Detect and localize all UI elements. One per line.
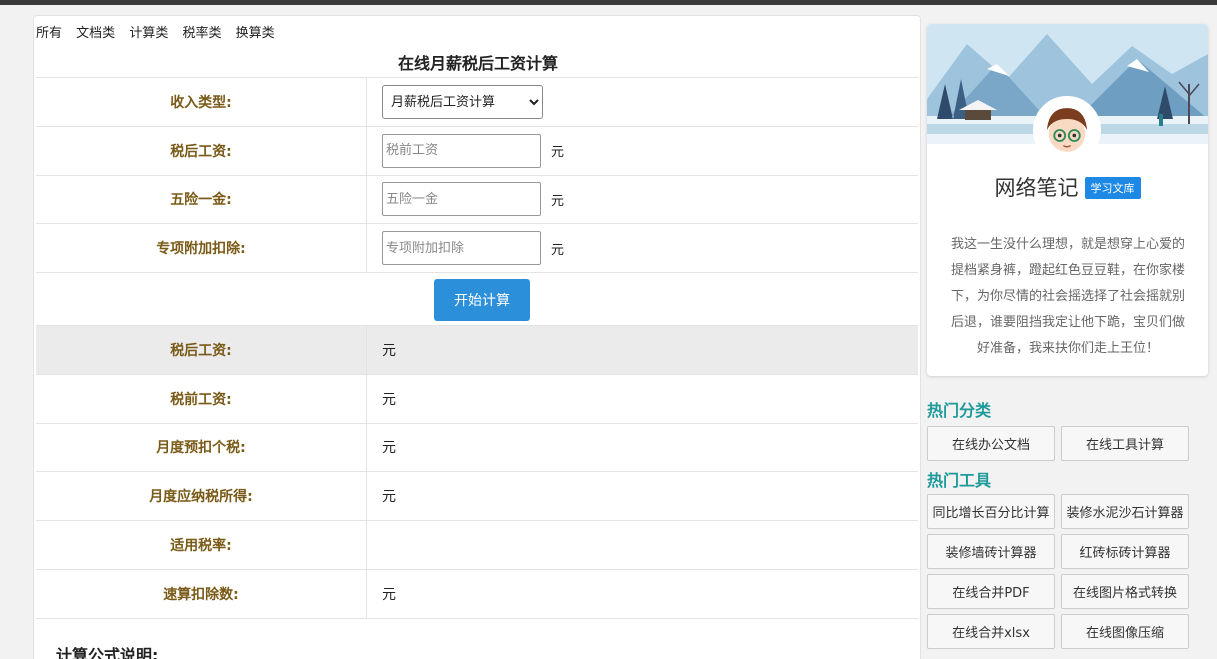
result-row: 速算扣除数: 元 bbox=[36, 569, 918, 619]
avatar[interactable] bbox=[1033, 96, 1101, 164]
after-tax-input[interactable] bbox=[382, 133, 541, 168]
page-title: 在线月薪税后工资计算 bbox=[397, 54, 558, 73]
category-docs[interactable]: 文档类 bbox=[76, 26, 115, 41]
hot-tool-item[interactable]: 装修水泥沙石计算器 bbox=[1061, 494, 1189, 529]
form-row-after-tax: 税后工资: 元 bbox=[36, 127, 918, 176]
hot-tools-title: 热门工具 bbox=[927, 471, 992, 490]
blog-name: 网络笔记 学习文库 bbox=[927, 172, 1208, 202]
formula-title: 计算公式说明: bbox=[56, 646, 159, 659]
blog-title: 网络笔记 bbox=[994, 176, 1079, 200]
income-type-label: 收入类型: bbox=[36, 78, 367, 126]
category-all[interactable]: 所有 bbox=[36, 26, 62, 41]
special-deduction-label: 专项附加扣除: bbox=[36, 224, 367, 272]
hot-category-item[interactable]: 在线办公文档 bbox=[927, 426, 1055, 461]
start-calculation-button[interactable]: 开始计算 bbox=[434, 279, 530, 321]
result-row: 适用税率: bbox=[36, 521, 918, 570]
result-label: 税前工资: bbox=[36, 374, 367, 423]
hot-tool-item[interactable]: 在线图片格式转换 bbox=[1061, 574, 1189, 609]
form-row-special: 专项附加扣除: 元 bbox=[36, 224, 918, 273]
unit-label: 元 bbox=[551, 193, 565, 209]
result-row: 税后工资: 元 bbox=[36, 326, 918, 375]
category-nav: 所有 文档类 计算类 税率类 换算类 bbox=[36, 22, 285, 41]
result-row: 月度应纳税所得: 元 bbox=[36, 472, 918, 521]
profile-card: 网络笔记 学习文库 我这一生没什么理想，就是想穿上心爱的提档紧身裤，蹬起红色豆豆鞋… bbox=[927, 24, 1208, 376]
form-row-insurance: 五险一金: 元 bbox=[36, 175, 918, 224]
hot-tool-item[interactable]: 在线合并PDF bbox=[927, 574, 1055, 609]
submit-row: 开始计算 bbox=[36, 273, 918, 326]
result-value bbox=[367, 521, 918, 569]
unit-label: 元 bbox=[551, 145, 565, 161]
blog-description: 我这一生没什么理想，就是想穿上心爱的提档紧身裤，蹬起红色豆豆鞋，在你家楼下，为你… bbox=[950, 237, 1185, 356]
hot-categories-title: 热门分类 bbox=[927, 401, 992, 420]
result-value: 元 bbox=[382, 391, 396, 408]
form-row-income-type: 收入类型: 月薪税后工资计算 bbox=[36, 78, 918, 127]
result-label: 速算扣除数: bbox=[36, 569, 367, 618]
result-value: 元 bbox=[382, 342, 396, 359]
result-value: 元 bbox=[382, 586, 396, 603]
category-calc[interactable]: 计算类 bbox=[129, 26, 168, 41]
insurance-label: 五险一金: bbox=[36, 175, 367, 223]
after-tax-label: 税后工资: bbox=[36, 127, 367, 175]
income-type-select[interactable]: 月薪税后工资计算 bbox=[382, 85, 543, 119]
result-label: 适用税率: bbox=[36, 521, 367, 569]
hot-tool-item[interactable]: 装修墙砖计算器 bbox=[927, 534, 1055, 569]
hot-category-item[interactable]: 在线工具计算 bbox=[1061, 426, 1189, 461]
result-label: 月度预扣个税: bbox=[36, 423, 367, 471]
hot-tool-item[interactable]: 同比增长百分比计算 bbox=[927, 494, 1055, 529]
category-convert[interactable]: 换算类 bbox=[236, 26, 275, 41]
result-value: 元 bbox=[382, 440, 396, 457]
unit-label: 元 bbox=[551, 242, 565, 258]
category-tax[interactable]: 税率类 bbox=[182, 26, 221, 41]
special-deduction-input[interactable] bbox=[382, 231, 541, 265]
hot-tool-item[interactable]: 在线合并xlsx bbox=[927, 614, 1055, 649]
calculator-form: 收入类型: 月薪税后工资计算 税后工资: 元 五险一金: 元 专项附加扣除: bbox=[36, 77, 918, 619]
blog-badge[interactable]: 学习文库 bbox=[1084, 177, 1141, 199]
result-label: 税后工资: bbox=[36, 326, 367, 374]
hot-tool-item[interactable]: 红砖标砖计算器 bbox=[1061, 534, 1189, 569]
calculator-panel: 所有 文档类 计算类 税率类 换算类 在线月薪税后工资计算 收入类型: 月薪税后… bbox=[33, 15, 921, 659]
top-bar bbox=[0, 0, 1217, 5]
result-row: 月度预扣个税: 元 bbox=[36, 423, 918, 472]
result-value: 元 bbox=[382, 489, 396, 505]
result-row: 税前工资: 元 bbox=[36, 374, 918, 424]
result-label: 月度应纳税所得: bbox=[36, 472, 367, 520]
hot-tool-item[interactable]: 在线图像压缩 bbox=[1061, 614, 1189, 649]
insurance-input[interactable] bbox=[382, 182, 541, 217]
